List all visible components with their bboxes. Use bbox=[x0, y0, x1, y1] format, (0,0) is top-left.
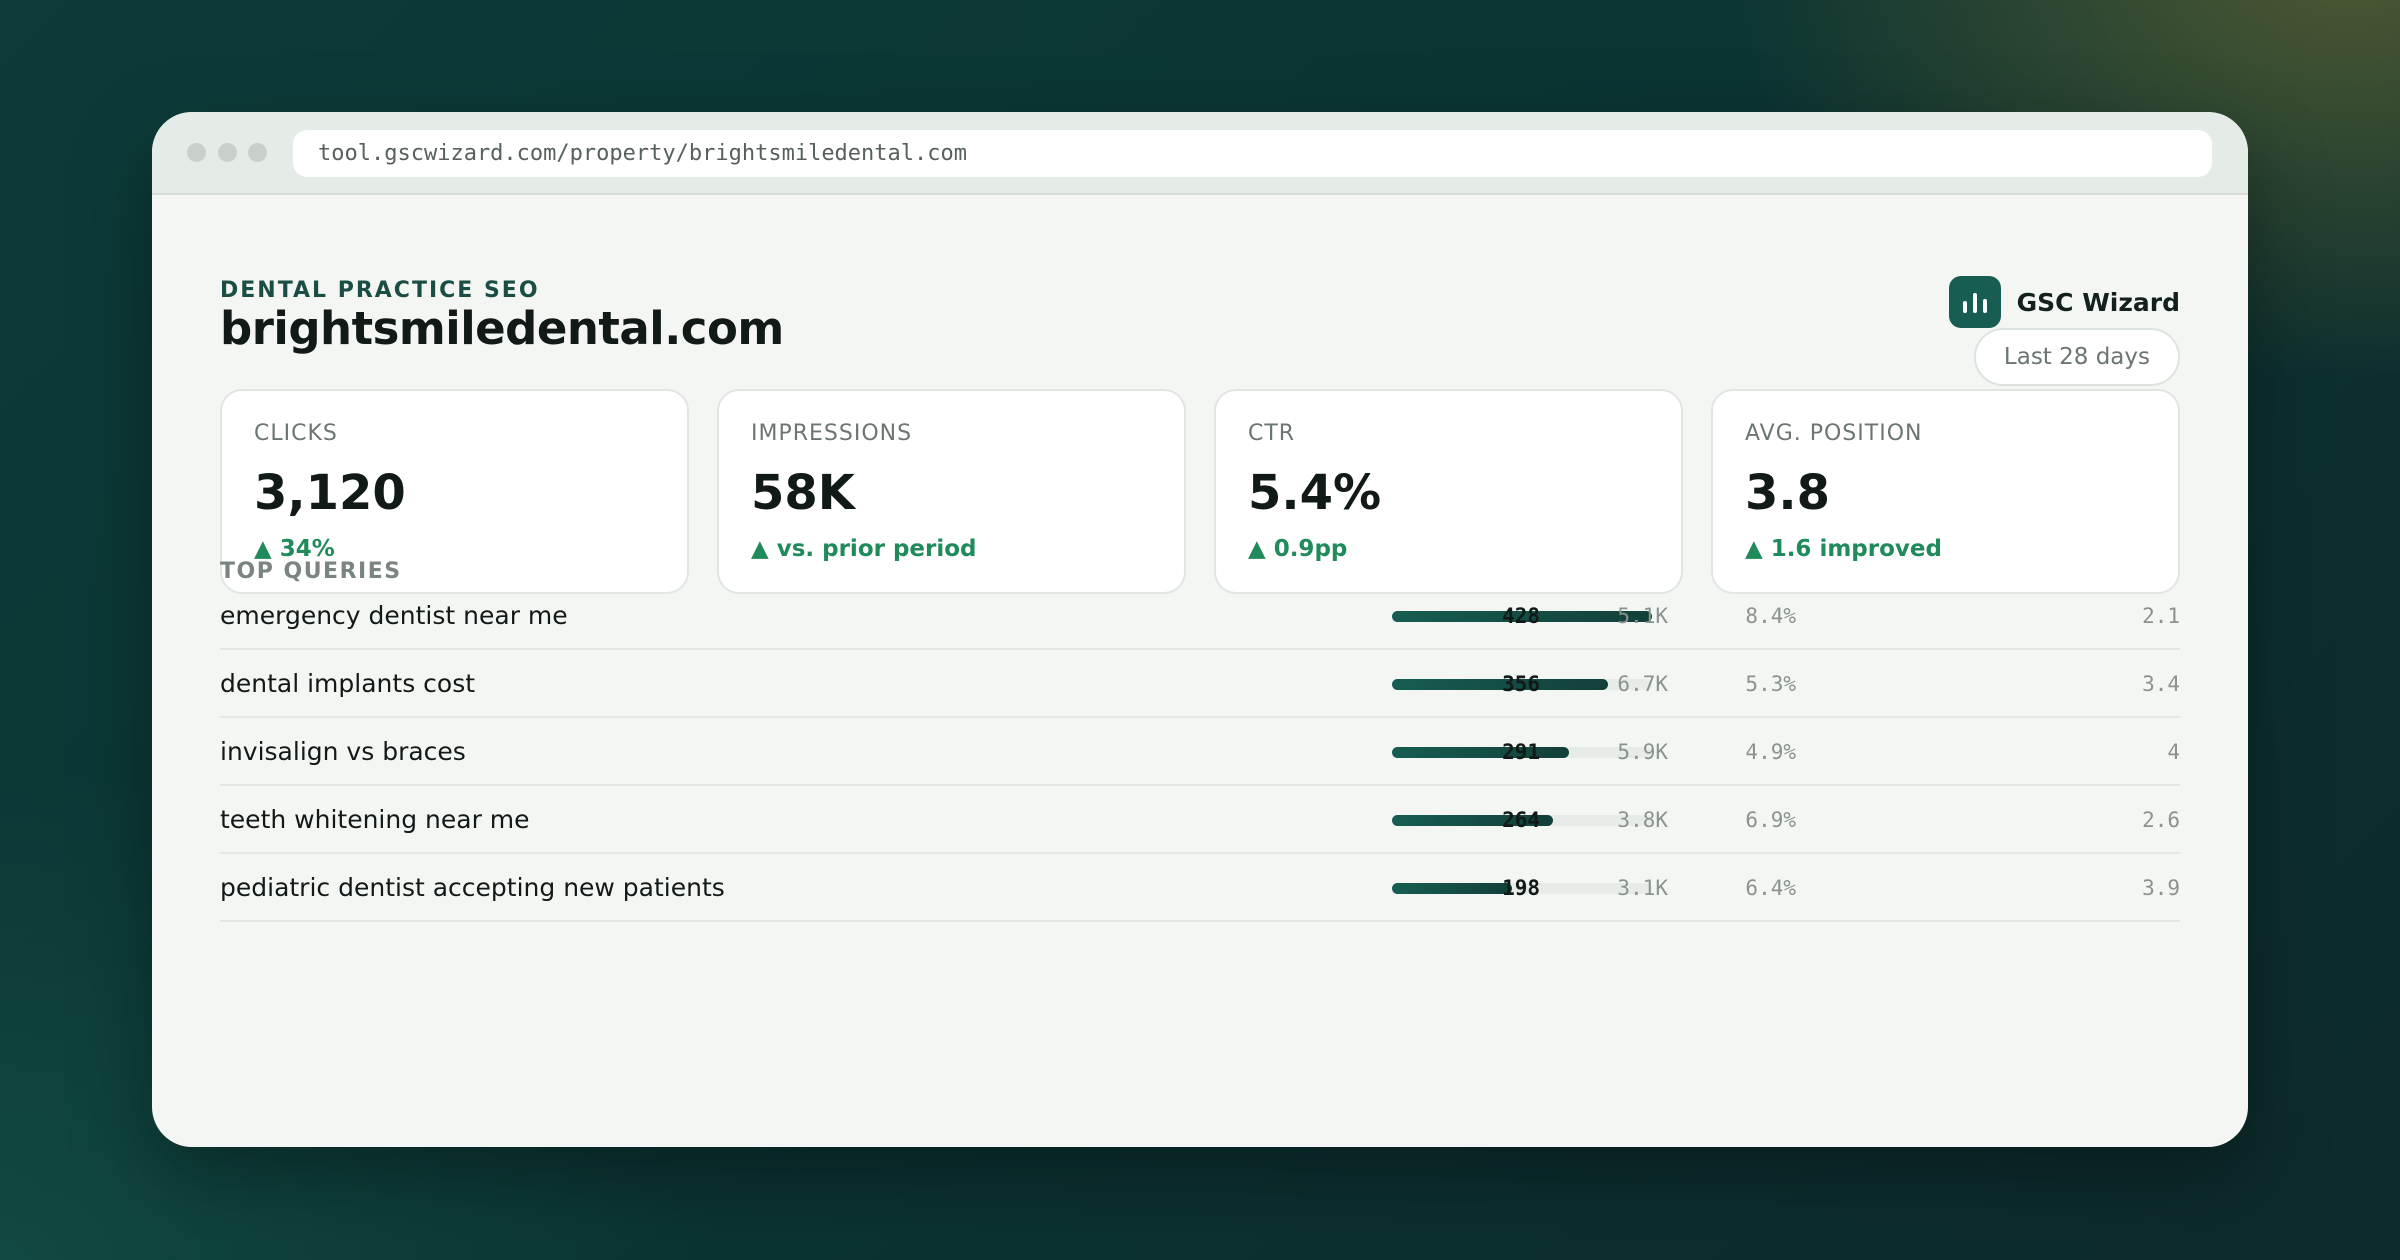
top-queries-title: TOP QUERIES bbox=[220, 559, 402, 584]
kpi-value: 3.8 bbox=[1745, 465, 1831, 521]
position-value: 3.4 bbox=[2142, 672, 2180, 696]
kpi-cards: CLICKS 3,120 ▲ 34% IMPRESSIONS 58K ▲ vs.… bbox=[220, 389, 2180, 594]
kpi-card-impressions: IMPRESSIONS 58K ▲ vs. prior period bbox=[717, 389, 1186, 594]
table-row[interactable]: pediatric dentist accepting new patients… bbox=[220, 854, 2180, 922]
impressions-value: 3.8K bbox=[1617, 808, 1668, 832]
ctr-value: 6.4% bbox=[1745, 876, 1796, 900]
table-row[interactable]: dental implants cost 356 6.7K 5.3% 3.4 bbox=[220, 650, 2180, 718]
kpi-delta: ▲ vs. prior period bbox=[751, 536, 977, 562]
kpi-card-ctr: CTR 5.4% ▲ 0.9pp bbox=[1214, 389, 1683, 594]
query-text: pediatric dentist accepting new patients bbox=[220, 873, 725, 902]
impressions-value: 6.7K bbox=[1617, 672, 1668, 696]
clicks-value: 356 bbox=[1502, 672, 1540, 696]
bar-chart-icon bbox=[1948, 276, 2001, 328]
kpi-card-avg-position: AVG. POSITION 3.8 ▲ 1.6 improved bbox=[1711, 389, 2180, 594]
query-text: dental implants cost bbox=[220, 669, 476, 698]
dashboard-content: DENTAL PRACTICE SEO brightsmiledental.co… bbox=[220, 112, 2180, 1064]
page-eyebrow: DENTAL PRACTICE SEO bbox=[220, 278, 540, 303]
brand: GSC Wizard bbox=[1948, 276, 2180, 328]
query-text: teeth whitening near me bbox=[220, 805, 530, 834]
browser-window: tool.gscwizard.com/property/brightsmiled… bbox=[152, 112, 2248, 1147]
kpi-delta: ▲ 0.9pp bbox=[1248, 536, 1348, 562]
position-value: 2.1 bbox=[2142, 604, 2180, 628]
kpi-label: CLICKS bbox=[254, 421, 338, 446]
kpi-delta: ▲ 1.6 improved bbox=[1745, 536, 1942, 562]
table-row[interactable]: emergency dentist near me 428 5.1K 8.4% … bbox=[220, 582, 2180, 650]
kpi-label: IMPRESSIONS bbox=[751, 421, 913, 446]
clicks-value: 291 bbox=[1502, 740, 1540, 764]
position-value: 2.6 bbox=[2142, 808, 2180, 832]
kpi-value: 5.4% bbox=[1248, 465, 1382, 521]
window-close-dot[interactable] bbox=[187, 143, 206, 162]
kpi-value: 3,120 bbox=[254, 465, 406, 521]
kpi-label: AVG. POSITION bbox=[1745, 421, 1923, 446]
impressions-value: 5.9K bbox=[1617, 740, 1668, 764]
ctr-value: 4.9% bbox=[1745, 740, 1796, 764]
clicks-value: 264 bbox=[1502, 808, 1540, 832]
ctr-value: 5.3% bbox=[1745, 672, 1796, 696]
clicks-value: 428 bbox=[1502, 604, 1540, 628]
table-row[interactable]: teeth whitening near me 264 3.8K 6.9% 2.… bbox=[220, 786, 2180, 854]
query-text: emergency dentist near me bbox=[220, 601, 568, 630]
position-value: 3.9 bbox=[2142, 876, 2180, 900]
ctr-value: 8.4% bbox=[1745, 604, 1796, 628]
page-title: brightsmiledental.com bbox=[220, 302, 784, 355]
table-row[interactable]: invisalign vs braces 291 5.9K 4.9% 4 bbox=[220, 718, 2180, 786]
query-text: invisalign vs braces bbox=[220, 737, 466, 766]
kpi-value: 58K bbox=[751, 465, 855, 521]
impressions-value: 3.1K bbox=[1617, 876, 1668, 900]
impressions-value: 5.1K bbox=[1617, 604, 1668, 628]
date-range-selector[interactable]: Last 28 days bbox=[1973, 328, 2180, 386]
ctr-value: 6.9% bbox=[1745, 808, 1796, 832]
position-value: 4 bbox=[2167, 740, 2180, 764]
clicks-value: 198 bbox=[1502, 876, 1540, 900]
brand-name: GSC Wizard bbox=[2016, 287, 2180, 317]
kpi-label: CTR bbox=[1248, 421, 1296, 446]
